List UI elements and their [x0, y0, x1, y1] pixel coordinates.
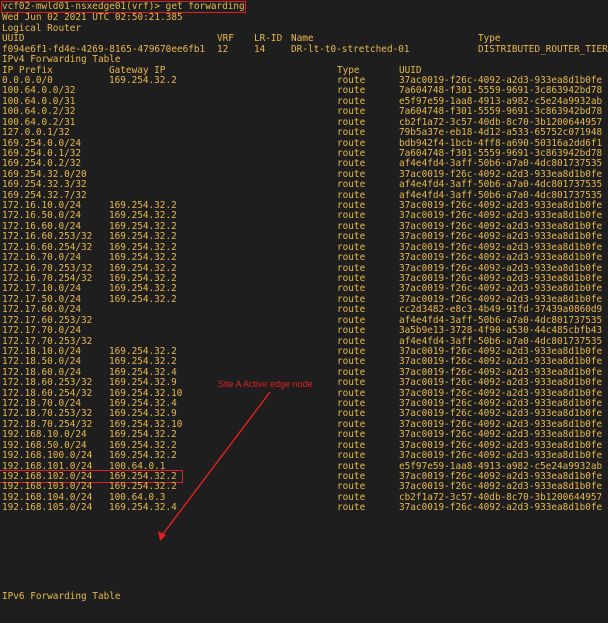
- route-type: route: [337, 127, 366, 139]
- route-gateway: 169.254.32.2: [109, 252, 177, 264]
- route-type: route: [337, 502, 366, 514]
- route-gateway: 169.254.32.2: [109, 75, 177, 86]
- route-gateway: 169.254.32.2: [109, 450, 177, 462]
- ipv6-table-title: IPv6 Forwarding Table: [2, 591, 121, 602]
- route-prefix: 172.17.60.0/24: [2, 304, 82, 316]
- router-lrid: 14: [254, 43, 266, 55]
- route-gateway: 169.254.32.4: [109, 502, 177, 514]
- route-uuid: af4e4fd4-3aff-50b6-a7a0-4dc801737535: [399, 179, 603, 191]
- route-prefix: 192.168.100.0/24: [2, 450, 93, 462]
- ipv4-table-title: IPv4 Forwarding Table: [2, 54, 121, 65]
- route-uuid: 79b5a37e-eb18-4d12-a533-65752c071948: [399, 127, 603, 139]
- route-type: route: [337, 179, 366, 191]
- terminal-window[interactable]: vcf02-mwld01-nsxedge01(vrf)> get forward…: [0, 0, 608, 604]
- router-header-row: UUID VRF LR-ID Name Type: [2, 33, 501, 44]
- route-type: route: [337, 304, 366, 316]
- ipv4-title-line: IPv4 Forwarding Table: [2, 54, 121, 65]
- timestamp: Wed Jun 02 2021 UTC 02:50:21.385: [2, 12, 183, 23]
- command-prompt: vcf02-mwld01-nsxedge01(vrf)> get forward…: [1, 0, 246, 14]
- annotation-label: Site A Active edge node: [218, 379, 313, 389]
- router-type: DISTRIBUTED_ROUTER_TIER0: [478, 43, 608, 55]
- router-header-name: Name: [291, 33, 314, 44]
- route-uuid: 7a604748-f301-5559-9691-3c863942bd78: [399, 106, 603, 118]
- route-prefix: 192.168.105.0/24: [2, 502, 93, 514]
- route-type: route: [337, 325, 366, 337]
- route-prefix: 172.16.70.0/24: [2, 252, 82, 264]
- route-prefix: 172.17.70.0/24: [2, 325, 82, 337]
- route-gateway: 169.254.32.9: [109, 377, 177, 389]
- route-type: route: [337, 377, 366, 389]
- router-header-lrid: LR-ID: [254, 33, 283, 44]
- route-type: route: [337, 450, 366, 462]
- route-uuid: 37ac0019-f26c-4092-a2d3-933ea8d1b0fe: [399, 377, 603, 389]
- router-header-uuid: UUID: [2, 33, 25, 44]
- route-type: route: [337, 106, 366, 118]
- route-prefix: 100.64.0.2/32: [2, 106, 76, 118]
- router-vrf: 12: [217, 43, 229, 55]
- highlight-box: [0, 469, 183, 483]
- route-type: route: [337, 252, 366, 264]
- router-header-vrf: VRF: [217, 33, 234, 44]
- ipv6-title-line: IPv6 Forwarding Table: [2, 591, 121, 602]
- route-uuid: 3a5b9e13-3728-4f90-a530-44c485cbfb43: [399, 325, 603, 337]
- route-prefix: 172.18.60.253/32: [2, 377, 93, 389]
- route-uuid: cc2d3482-e8c3-4b49-91fd-37439a0860d9: [399, 304, 603, 316]
- route-uuid: 37ac0019-f26c-4092-a2d3-933ea8d1b0fe: [399, 252, 603, 264]
- router-header-type: Type: [478, 33, 501, 44]
- route-uuid: 37ac0019-f26c-4092-a2d3-933ea8d1b0fe: [399, 502, 603, 514]
- timestamp-line: Wed Jun 02 2021 UTC 02:50:21.385: [2, 12, 183, 23]
- route-gateway: 169.254.32.2: [109, 293, 177, 305]
- router-name: DR-lt-t0-stretched-01: [291, 43, 410, 55]
- route-prefix: 169.254.32.3/32: [2, 179, 87, 191]
- route-prefix: 127.0.0.1/32: [2, 127, 70, 139]
- command-prompt-line[interactable]: vcf02-mwld01-nsxedge01(vrf)> get forward…: [1, 0, 246, 14]
- route-uuid: 37ac0019-f26c-4092-a2d3-933ea8d1b0fe: [399, 450, 603, 462]
